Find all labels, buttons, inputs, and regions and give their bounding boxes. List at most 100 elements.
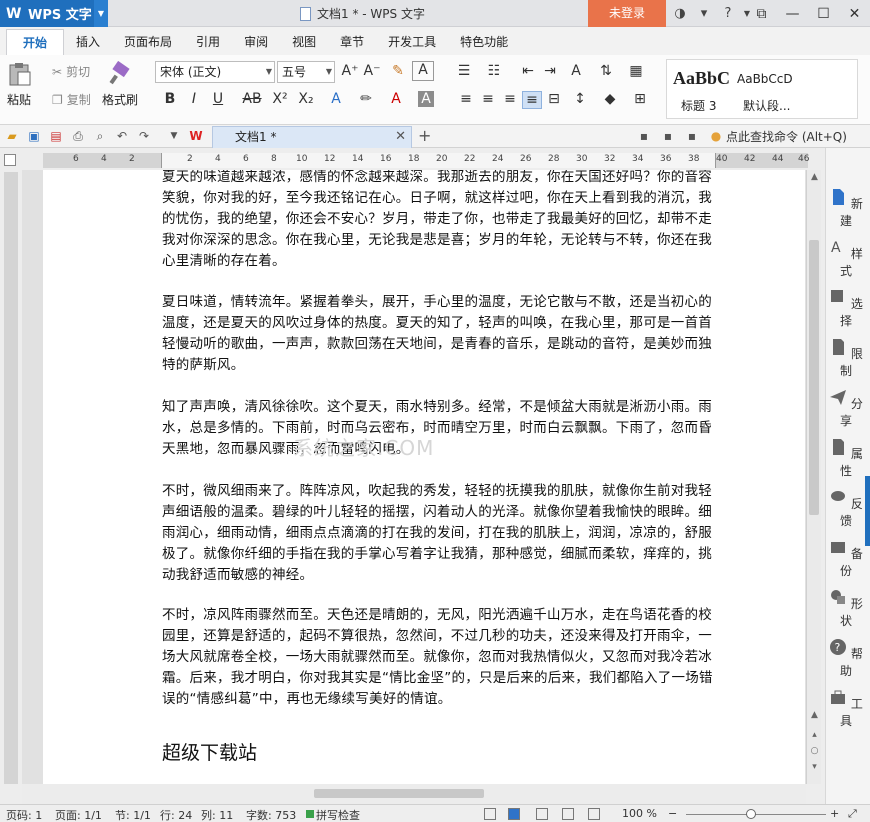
vertical-ruler[interactable]: [4, 172, 18, 784]
pane-select[interactable]: 选择: [826, 288, 866, 329]
vertical-scrollbar[interactable]: ▲ ▲ ▴ ○ ▾: [806, 170, 821, 784]
pane-tools[interactable]: 工具: [826, 688, 866, 729]
sort-icon[interactable]: ⇅: [596, 63, 616, 79]
tab-home[interactable]: 开始: [6, 29, 65, 55]
font-name-select[interactable]: 宋体 (正文) ▼: [155, 61, 275, 83]
align-left-icon[interactable]: ≡: [456, 91, 476, 107]
fit-window-icon[interactable]: ⤢: [848, 807, 857, 821]
new-tab-icon[interactable]: +: [418, 126, 431, 145]
bullet-list-icon[interactable]: ☰: [454, 63, 474, 79]
pane-new[interactable]: 新建: [826, 188, 866, 229]
shrink-font-icon[interactable]: A⁻: [362, 63, 382, 79]
paragraph[interactable]: 不时，微风细雨来了。阵阵凉风，吹起我的秀发，轻轻的抚摸我的肌肤，就像你生前对我轻…: [162, 481, 717, 586]
status-zoom[interactable]: 100 %: [622, 807, 657, 820]
shirt-icon[interactable]: ▾: [694, 4, 714, 24]
paragraph[interactable]: 不时，凉风阵雨骤然而至。天色还是晴朗的，无风，阳光洒遍千山万水，走在鸟语花香的校…: [162, 605, 717, 710]
style-gallery[interactable]: AaBbC AaBbCcD 标题 3 默认段...: [666, 59, 858, 119]
scroll-up-icon[interactable]: ▲: [809, 710, 820, 720]
text-border-icon[interactable]: A: [412, 61, 434, 81]
reading-view-icon[interactable]: [588, 808, 600, 820]
justify-icon[interactable]: ≡: [522, 91, 542, 109]
cut-button[interactable]: ✂ 剪切: [52, 63, 90, 80]
pane-properties[interactable]: 属性: [826, 438, 866, 479]
status-spell-check[interactable]: 拼写检查: [316, 807, 360, 822]
undo-icon[interactable]: ↶: [114, 128, 130, 144]
outline-view-icon[interactable]: [536, 808, 548, 820]
layout-icon[interactable]: ▪: [660, 128, 676, 144]
decrease-indent-icon[interactable]: ⇤: [518, 63, 538, 79]
minimize-icon[interactable]: —: [777, 0, 808, 27]
scrollbar-thumb[interactable]: [809, 240, 819, 515]
close-icon[interactable]: ✕: [395, 127, 406, 147]
font-size-select[interactable]: 五号 ▼: [277, 61, 335, 83]
superscript-icon[interactable]: X²: [270, 91, 290, 107]
skin-icon[interactable]: ◑: [670, 4, 690, 24]
horizontal-ruler[interactable]: 6 4 2 2 4 6 8 10 12 14 16 18 20 22 24 26…: [43, 153, 809, 168]
tab-insert[interactable]: 插入: [64, 29, 112, 55]
pane-style[interactable]: A 样式: [826, 238, 866, 279]
chevron-down-icon[interactable]: ▼: [166, 128, 182, 144]
zoom-slider-knob[interactable]: [746, 809, 756, 819]
restore-window-icon[interactable]: ⧉: [746, 0, 777, 27]
export-pdf-icon[interactable]: ▤: [48, 128, 64, 144]
fullscreen-icon[interactable]: [484, 808, 496, 820]
style-preview-heading[interactable]: AaBbC: [673, 68, 730, 89]
pane-backup[interactable]: 备份: [826, 538, 866, 579]
status-page-code[interactable]: 页码: 1: [6, 807, 42, 822]
align-right-icon[interactable]: ≡: [500, 91, 520, 107]
scrollbar-thumb[interactable]: [314, 789, 484, 798]
chevron-down-icon[interactable]: ▼: [94, 0, 108, 27]
clipboard-small-icon[interactable]: ▪: [684, 128, 700, 144]
login-button[interactable]: 未登录: [588, 0, 666, 27]
zoom-slider[interactable]: [686, 814, 826, 815]
numbered-list-icon[interactable]: ☷: [484, 63, 504, 79]
paste-button[interactable]: 粘贴: [6, 61, 32, 108]
status-word-count[interactable]: 字数: 753: [246, 807, 296, 822]
close-icon[interactable]: ✕: [839, 0, 870, 27]
line-spacing-icon[interactable]: ↕: [570, 91, 590, 107]
underline-icon[interactable]: U: [208, 91, 228, 107]
chinese-layout-icon[interactable]: A: [566, 63, 586, 79]
pane-restrict[interactable]: 限制: [826, 338, 866, 379]
open-folder-icon[interactable]: ▰: [4, 128, 20, 144]
browse-object-icon[interactable]: ○: [809, 746, 820, 756]
clear-format-icon[interactable]: ✎: [388, 63, 408, 79]
grow-font-icon[interactable]: A⁺: [340, 63, 360, 79]
bold-icon[interactable]: B: [160, 91, 180, 107]
increase-indent-icon[interactable]: ⇥: [540, 63, 560, 79]
italic-icon[interactable]: I: [184, 91, 204, 107]
text-effect-icon[interactable]: A: [326, 91, 346, 107]
zoom-in-icon[interactable]: +: [830, 807, 839, 820]
wps-w-icon[interactable]: W: [188, 128, 204, 144]
web-view-icon[interactable]: [562, 808, 574, 820]
horizontal-scrollbar[interactable]: [22, 784, 806, 804]
tab-references[interactable]: 引用: [184, 29, 232, 55]
pane-share[interactable]: 分享: [826, 388, 866, 429]
scroll-up-icon[interactable]: ▲: [809, 172, 820, 182]
format-painter-button[interactable]: 格式刷: [102, 61, 138, 108]
next-page-icon[interactable]: ▾: [809, 762, 820, 772]
pane-feedback[interactable]: 反馈: [826, 488, 866, 529]
redo-icon[interactable]: ↷: [136, 128, 152, 144]
char-shading-icon[interactable]: A: [418, 91, 434, 107]
tab-chapter[interactable]: 章节: [328, 29, 376, 55]
find-command-box[interactable]: 点此查找命令 (Alt+Q): [726, 128, 847, 145]
document-tab[interactable]: 文档1 * ✕: [212, 126, 412, 148]
highlight-icon[interactable]: ✏: [356, 91, 376, 107]
tab-special[interactable]: 特色功能: [448, 29, 520, 55]
page-view-icon[interactable]: [508, 808, 520, 820]
tab-review[interactable]: 审阅: [232, 29, 280, 55]
zoom-out-icon[interactable]: −: [668, 807, 677, 820]
style-preview-default[interactable]: AaBbCcD: [737, 72, 793, 86]
strikethrough-icon[interactable]: AB: [240, 91, 264, 107]
maximize-icon[interactable]: ☐: [808, 0, 839, 27]
shading-icon[interactable]: ◆: [600, 91, 620, 107]
pane-help[interactable]: ? 帮助: [826, 638, 866, 679]
tab-page-layout[interactable]: 页面布局: [112, 29, 184, 55]
paragraph[interactable]: 夏天的味道越来越浓，感情的怀念越来越深。我那逝去的朋友，你在天国还好吗？你的音容…: [162, 170, 717, 272]
document-heading[interactable]: 超级下载站: [162, 738, 257, 765]
view-icon[interactable]: ▪: [636, 128, 652, 144]
tab-view[interactable]: 视图: [280, 29, 328, 55]
save-icon[interactable]: ▣: [26, 128, 42, 144]
pane-shapes[interactable]: 形状: [826, 588, 866, 629]
